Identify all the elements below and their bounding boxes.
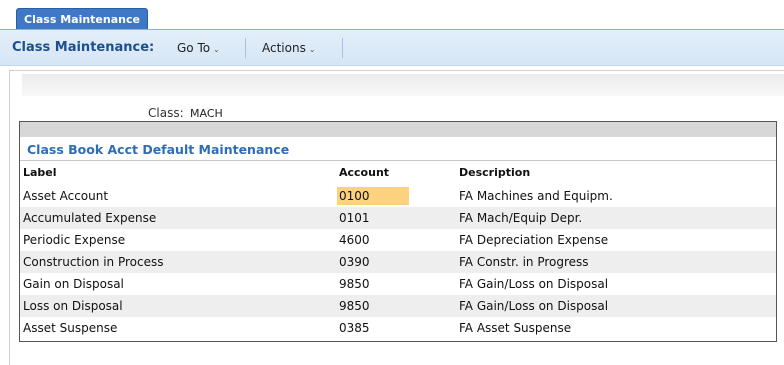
row-description: FA Gain/Loss on Disposal [459, 299, 609, 313]
grid-divider [20, 160, 776, 161]
class-field-label: Class: [148, 106, 184, 120]
row-label: Construction in Process [23, 255, 164, 269]
table-row[interactable]: Asset Suspense 0385 FA Asset Suspense [20, 317, 776, 339]
row-account[interactable]: 0385 [339, 317, 370, 339]
table-row[interactable]: Periodic Expense 4600 FA Depreciation Ex… [20, 229, 776, 251]
tab-strip: Class Maintenance [0, 0, 784, 29]
row-account[interactable]: 4600 [339, 229, 370, 251]
actions-menu[interactable]: Actions ⌄ [262, 30, 316, 68]
chevron-down-icon: ⌄ [213, 45, 220, 54]
actions-menu-label: Actions [262, 41, 306, 55]
table-row[interactable]: Gain on Disposal 9850 FA Gain/Loss on Di… [20, 273, 776, 295]
row-label: Loss on Disposal [23, 299, 123, 313]
row-account[interactable]: 0100 [339, 185, 370, 207]
column-header-account: Account [339, 166, 390, 179]
goto-menu[interactable]: Go To ⌄ [177, 30, 220, 68]
table-row[interactable]: Asset Account 0100 FA Machines and Equip… [20, 185, 776, 207]
row-label: Periodic Expense [23, 233, 126, 247]
goto-menu-label: Go To [177, 41, 211, 55]
row-description: FA Depreciation Expense [459, 233, 609, 247]
column-header-description: Description [459, 166, 531, 179]
row-account[interactable]: 0390 [339, 251, 370, 273]
row-label: Asset Account [23, 189, 109, 203]
tab-class-maintenance[interactable]: Class Maintenance [16, 8, 148, 29]
grid-title: Class Book Acct Default Maintenance [27, 142, 290, 157]
table-row[interactable]: Loss on Disposal 9850 FA Gain/Loss on Di… [20, 295, 776, 317]
class-field-value: MACH [190, 107, 223, 120]
row-label: Asset Suspense [23, 321, 118, 335]
book-acct-grid: Class Book Acct Default Maintenance Labe… [19, 121, 777, 342]
row-description: FA Asset Suspense [459, 321, 572, 335]
column-header-label: Label [23, 166, 57, 179]
row-label: Accumulated Expense [23, 211, 157, 225]
table-row[interactable]: Construction in Process 0390 FA Constr. … [20, 251, 776, 273]
row-account[interactable]: 0101 [339, 207, 370, 229]
row-account[interactable]: 9850 [339, 295, 370, 317]
row-description: FA Mach/Equip Depr. [459, 211, 583, 225]
table-row[interactable]: Accumulated Expense 0101 FA Mach/Equip D… [20, 207, 776, 229]
row-label: Gain on Disposal [23, 277, 124, 291]
toolbar-title: Class Maintenance: [12, 40, 155, 55]
grid-top-bar [20, 122, 776, 137]
chevron-down-icon: ⌄ [308, 45, 316, 54]
row-description: FA Constr. in Progress [459, 255, 589, 269]
panel-header-bar [22, 74, 784, 96]
row-account[interactable]: 9850 [339, 273, 370, 295]
toolbar-separator [342, 38, 343, 58]
toolbar: Class Maintenance: Go To ⌄ Actions ⌄ [0, 30, 784, 66]
row-description: FA Machines and Equipm. [459, 189, 613, 203]
row-description: FA Gain/Loss on Disposal [459, 277, 609, 291]
toolbar-separator [245, 38, 246, 58]
